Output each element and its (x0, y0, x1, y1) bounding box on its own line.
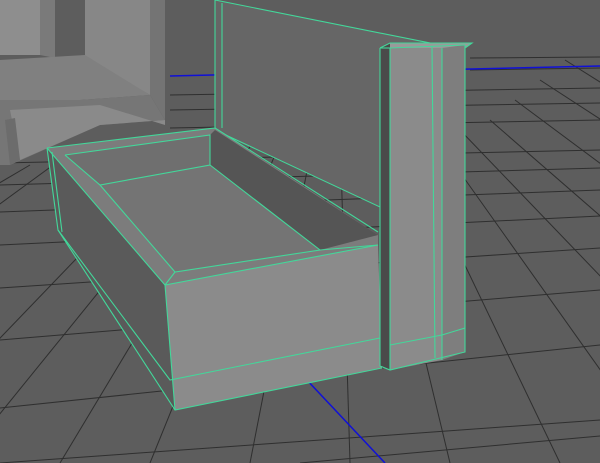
sofa-arm-post[interactable] (379, 42, 474, 371)
z-axis-line (304, 377, 386, 463)
3d-viewport[interactable] (0, 0, 600, 463)
scene-canvas[interactable] (0, 0, 600, 463)
